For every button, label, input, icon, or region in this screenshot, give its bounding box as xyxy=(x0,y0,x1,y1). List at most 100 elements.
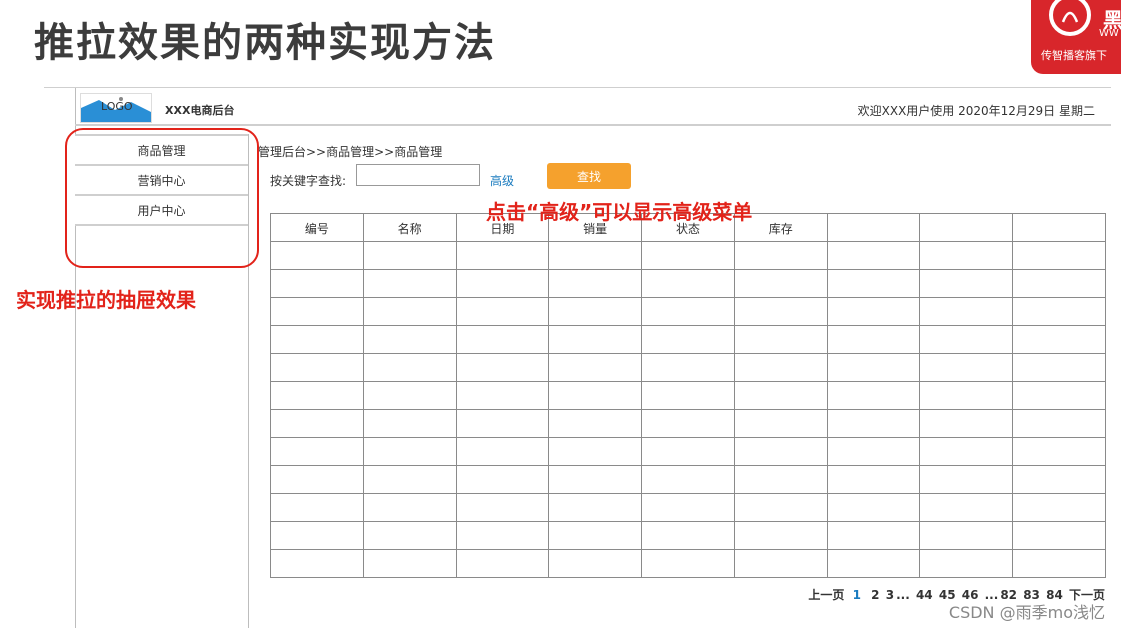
breadcrumb: 管理后台>>商品管理>>商品管理 xyxy=(258,145,443,159)
table-cell xyxy=(270,297,364,326)
watermark: CSDN @雨季mo浅忆 xyxy=(948,603,1105,622)
table-cell xyxy=(548,381,643,410)
table-cell xyxy=(641,549,735,578)
table-cell xyxy=(826,549,921,578)
table-cell xyxy=(919,493,1014,522)
app-logo[interactable]: LOGO xyxy=(80,93,152,123)
table-cell xyxy=(641,297,735,326)
table-cell xyxy=(826,325,921,354)
table-cell xyxy=(270,549,364,578)
prev-page-link[interactable]: 上一页 xyxy=(808,588,844,602)
table-cell xyxy=(362,521,457,550)
table-cell xyxy=(1012,325,1106,354)
table-cell xyxy=(1012,465,1106,494)
table-cell xyxy=(362,437,457,466)
table-cell xyxy=(455,409,550,438)
table-cell xyxy=(826,409,921,438)
table-cell xyxy=(919,269,1014,298)
table-cell xyxy=(362,465,457,494)
table-cell xyxy=(455,269,550,298)
table-cell xyxy=(641,521,735,550)
table-cell xyxy=(641,465,735,494)
advanced-search-link[interactable]: 高级 xyxy=(490,172,514,189)
table-cell xyxy=(362,409,457,438)
table-cell xyxy=(919,437,1014,466)
annotation-highlight-box xyxy=(65,128,259,268)
annotation-drawer-note: 实现推拉的抽屉效果 xyxy=(16,288,196,312)
table-cell xyxy=(919,465,1014,494)
table-cell xyxy=(362,381,457,410)
table-cell xyxy=(362,297,457,326)
table-cell xyxy=(455,493,550,522)
table-cell xyxy=(641,325,735,354)
table-cell xyxy=(826,353,921,382)
brand-tagline: 传智播客旗下 xyxy=(1041,49,1107,62)
table-cell xyxy=(1012,437,1106,466)
table-cell xyxy=(1012,521,1106,550)
page-link[interactable]: 44 xyxy=(916,588,933,602)
table-cell xyxy=(1012,409,1106,438)
search-button[interactable]: 查找 xyxy=(547,163,631,189)
table-cell xyxy=(455,241,550,270)
table-cell xyxy=(548,241,643,270)
table-cell xyxy=(733,381,828,410)
table-cell xyxy=(733,269,828,298)
table-cell xyxy=(733,493,828,522)
table-cell xyxy=(733,241,828,270)
table-cell xyxy=(548,353,643,382)
table-row xyxy=(270,549,1106,578)
table-cell xyxy=(641,269,735,298)
slide-title: 推拉效果的两种实现方法 xyxy=(34,20,496,66)
table-cell xyxy=(548,409,643,438)
column-header: 名称 xyxy=(362,213,457,242)
table-cell xyxy=(1012,241,1106,270)
table-cell xyxy=(919,381,1014,410)
column-header xyxy=(919,213,1014,242)
column-header: 编号 xyxy=(270,213,364,242)
table-cell xyxy=(270,269,364,298)
brand-emblem-icon xyxy=(1049,0,1091,36)
search-input[interactable] xyxy=(356,164,480,186)
table-cell xyxy=(826,521,921,550)
table-cell xyxy=(455,381,550,410)
mockup-top-border xyxy=(44,87,1111,88)
table-cell xyxy=(919,521,1014,550)
table-cell xyxy=(733,549,828,578)
table-row xyxy=(270,325,1106,354)
table-cell xyxy=(919,325,1014,354)
table-cell xyxy=(362,325,457,354)
column-header xyxy=(826,213,921,242)
table-cell xyxy=(826,493,921,522)
table-row xyxy=(270,437,1106,466)
page-link[interactable]: 2 xyxy=(871,588,879,602)
table-row xyxy=(270,269,1106,298)
table-cell xyxy=(641,409,735,438)
table-cell xyxy=(826,437,921,466)
table-cell xyxy=(641,241,735,270)
table-cell xyxy=(548,325,643,354)
table-cell xyxy=(548,437,643,466)
table-cell xyxy=(455,353,550,382)
table-cell xyxy=(455,297,550,326)
table-cell xyxy=(270,409,364,438)
table-cell xyxy=(455,437,550,466)
table-cell xyxy=(455,325,550,354)
table-cell xyxy=(548,493,643,522)
column-header xyxy=(1012,213,1106,242)
table-cell xyxy=(733,325,828,354)
brand-sub: WW xyxy=(1099,28,1119,39)
table-cell xyxy=(270,325,364,354)
page-link-current[interactable]: 1 xyxy=(853,588,861,602)
page-link[interactable]: 3 xyxy=(886,588,894,602)
page-ellipsis: ... xyxy=(896,588,910,602)
annotation-advanced-note: 点击“高级”可以显示高级菜单 xyxy=(486,200,753,224)
table-cell xyxy=(455,465,550,494)
table-cell xyxy=(455,521,550,550)
table-cell xyxy=(270,381,364,410)
table-cell xyxy=(270,437,364,466)
table-cell xyxy=(548,549,643,578)
table-row xyxy=(270,241,1106,270)
table-cell xyxy=(919,409,1014,438)
table-cell xyxy=(641,381,735,410)
table-cell xyxy=(733,297,828,326)
